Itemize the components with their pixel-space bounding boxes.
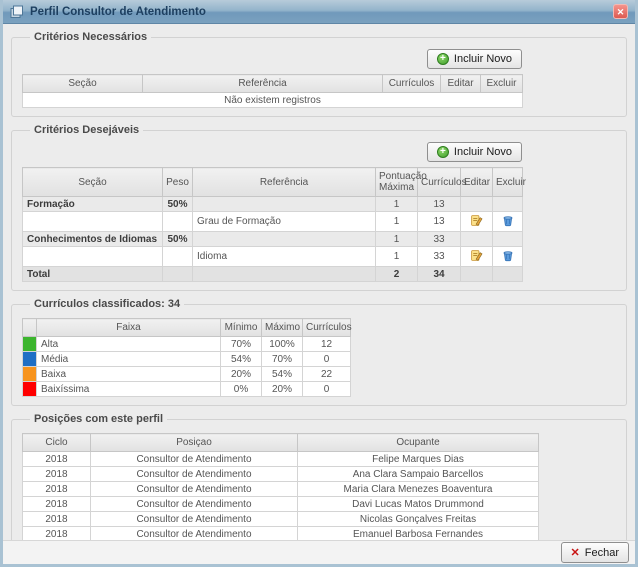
section-posicoes: Posições com este perfil Ciclo Posiçao O… — [11, 413, 627, 540]
col-peso: Peso — [163, 168, 193, 197]
item-row-grau-de-formacao: Grau de Formação 1 13 — [23, 212, 523, 232]
criterios-desejaveis-table: Seção Peso Referência Pontuação Máxima C… — [22, 167, 523, 282]
window-title: Perfil Consultor de Atendimento — [30, 6, 607, 18]
table-header-row: Faixa Mínimo Máximo Currículos — [23, 319, 351, 337]
group-row-conhecimentos-idiomas: Conhecimentos de Idiomas 50% 1 33 — [23, 232, 523, 247]
curriculos-classificados-table: Faixa Mínimo Máximo Currículos Alta 70% … — [22, 318, 351, 397]
section-criterios-desejaveis: Critérios Desejáveis + Incluir Novo Seçã… — [11, 124, 627, 291]
incluir-novo-label: Incluir Novo — [454, 146, 512, 158]
position-row: 2018Consultor de AtendimentoEmanuel Barb… — [23, 527, 539, 541]
col-secao: Seção — [23, 168, 163, 197]
incluir-novo-label: Incluir Novo — [454, 53, 512, 65]
col-pontuacao-maxima: Pontuação Máxima — [376, 168, 418, 197]
criterios-necessarios-legend: Critérios Necessários — [30, 31, 151, 43]
fechar-label: Fechar — [585, 547, 619, 559]
delete-icon[interactable] — [502, 249, 514, 262]
col-editar: Editar — [461, 168, 493, 197]
fechar-button[interactable]: ✕ Fechar — [561, 542, 629, 563]
faixa-color-swatch — [23, 352, 37, 367]
col-excluir: Excluir — [481, 75, 523, 93]
table-header-row: Ciclo Posiçao Ocupante — [23, 434, 539, 452]
faixa-row-alta: Alta 70% 100% 12 — [23, 337, 351, 352]
faixa-row-media: Média 54% 70% 0 — [23, 352, 351, 367]
total-row: Total 2 34 — [23, 267, 523, 282]
window-icon — [10, 5, 24, 19]
table-header-row: Seção Referência Currículos Editar Exclu… — [23, 75, 523, 93]
position-row: 2018Consultor de AtendimentoAna Clara Sa… — [23, 467, 539, 482]
col-referencia: Referência — [143, 75, 383, 93]
titlebar: Perfil Consultor de Atendimento ✕ — [3, 0, 635, 24]
faixa-color-swatch — [23, 382, 37, 397]
col-faixa: Faixa — [37, 319, 221, 337]
close-icon[interactable]: ✕ — [613, 4, 628, 19]
col-cor — [23, 319, 37, 337]
red-x-icon: ✕ — [571, 546, 580, 559]
col-curriculos: Currículos — [383, 75, 441, 93]
empty-row: Não existem registros — [23, 93, 523, 108]
criterios-desejaveis-legend: Critérios Desejáveis — [30, 124, 143, 136]
col-posicao: Posiçao — [91, 434, 298, 452]
dialog-window: Perfil Consultor de Atendimento ✕ Critér… — [0, 0, 638, 567]
dialog-footer: ✕ Fechar — [3, 540, 635, 564]
col-curriculos: Currículos — [303, 319, 351, 337]
position-row: 2018Consultor de AtendimentoDavi Lucas M… — [23, 497, 539, 512]
curriculos-classificados-legend: Currículos classificados: 34 — [30, 298, 184, 310]
col-excluir: Excluir — [493, 168, 523, 197]
col-minimo: Mínimo — [221, 319, 262, 337]
edit-icon[interactable] — [470, 249, 483, 262]
col-ocupante: Ocupante — [298, 434, 539, 452]
position-row: 2018Consultor de AtendimentoNicolas Gonç… — [23, 512, 539, 527]
faixa-color-swatch — [23, 367, 37, 382]
plus-icon: + — [437, 53, 449, 65]
edit-icon[interactable] — [470, 214, 483, 227]
col-editar: Editar — [441, 75, 481, 93]
col-secao: Seção — [23, 75, 143, 93]
position-row: 2018Consultor de AtendimentoMaria Clara … — [23, 482, 539, 497]
section-criterios-necessarios: Critérios Necessários + Incluir Novo Seç… — [11, 31, 627, 117]
dialog-content: Critérios Necessários + Incluir Novo Seç… — [3, 24, 635, 540]
criterios-necessarios-table: Seção Referência Currículos Editar Exclu… — [22, 74, 523, 108]
col-ciclo: Ciclo — [23, 434, 91, 452]
delete-icon[interactable] — [502, 214, 514, 227]
empty-message: Não existem registros — [23, 93, 523, 108]
incluir-novo-necessarios-button[interactable]: + Incluir Novo — [427, 49, 522, 69]
faixa-row-baixissima: Baixíssima 0% 20% 0 — [23, 382, 351, 397]
faixa-color-swatch — [23, 337, 37, 352]
plus-icon: + — [437, 146, 449, 158]
item-row-idioma: Idioma 1 33 — [23, 247, 523, 267]
col-referencia: Referência — [193, 168, 376, 197]
section-curriculos-classificados: Currículos classificados: 34 Faixa Mínim… — [11, 298, 627, 406]
col-maximo: Máximo — [262, 319, 303, 337]
group-row-formacao: Formação 50% 1 13 — [23, 197, 523, 212]
table-header-row: Seção Peso Referência Pontuação Máxima C… — [23, 168, 523, 197]
posicoes-table: Ciclo Posiçao Ocupante 2018Consultor de … — [22, 433, 539, 540]
faixa-row-baixa: Baixa 20% 54% 22 — [23, 367, 351, 382]
posicoes-legend: Posições com este perfil — [30, 413, 167, 425]
incluir-novo-desejaveis-button[interactable]: + Incluir Novo — [427, 142, 522, 162]
position-row: 2018Consultor de AtendimentoFelipe Marqu… — [23, 452, 539, 467]
